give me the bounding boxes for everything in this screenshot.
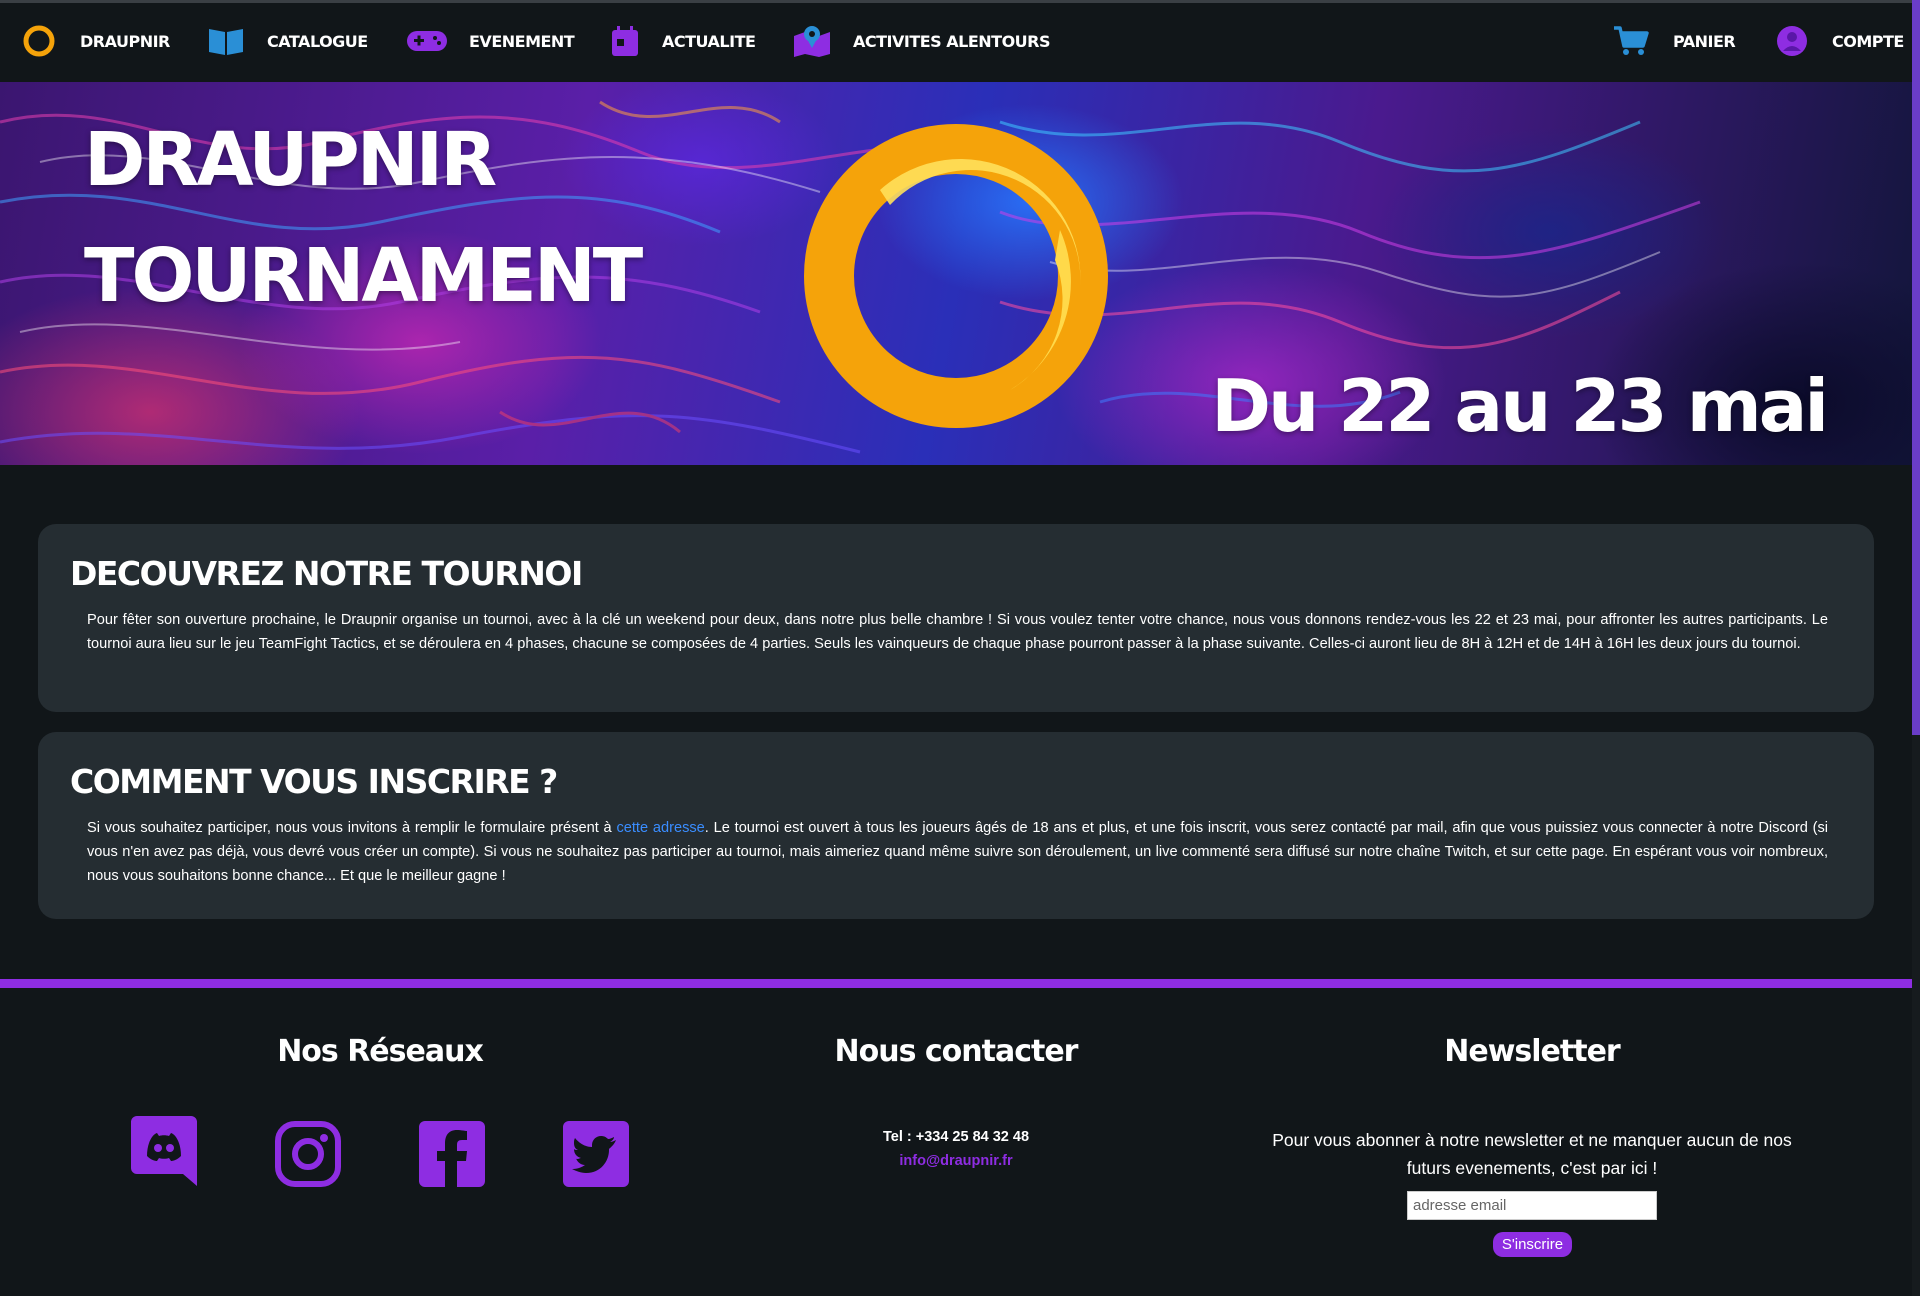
hero-title: DRAUPNIR TOURNAMENT bbox=[84, 102, 643, 334]
draupnir-ring-logo bbox=[804, 124, 1108, 428]
top-navbar: DRAUPNIR CATALOGUE EVENEMENT ACTUALITE A… bbox=[0, 0, 1912, 82]
nav-compte[interactable]: COMPTE bbox=[1776, 0, 1904, 82]
user-icon bbox=[1777, 26, 1807, 56]
nav-actualite-label: ACTUALITE bbox=[662, 31, 756, 51]
nav-actualite[interactable]: ACTUALITE bbox=[611, 0, 756, 82]
contact-email[interactable]: info@draupnir.fr bbox=[756, 1153, 1156, 1169]
nav-brand-label: DRAUPNIR bbox=[80, 31, 170, 51]
page-scrollbar[interactable] bbox=[1912, 0, 1920, 1296]
nav-compte-label: COMPTE bbox=[1832, 31, 1904, 51]
nav-catalogue[interactable]: CATALOGUE bbox=[207, 0, 368, 82]
section-decouvrez-text: Pour fêter son ouverture prochaine, le D… bbox=[87, 612, 1828, 652]
book-icon bbox=[209, 29, 243, 55]
newsletter-email-input[interactable] bbox=[1407, 1191, 1657, 1220]
nav-activites-label: ACTIVITES ALENTOURS bbox=[853, 31, 1051, 51]
contact-phone: Tel : +334 25 84 32 48 bbox=[882, 1129, 1030, 1145]
cart-icon bbox=[1614, 26, 1649, 55]
nav-activites[interactable]: ACTIVITES ALENTOURS bbox=[793, 0, 1051, 82]
draupnir-ring-icon bbox=[23, 25, 55, 57]
map-pin-icon bbox=[794, 26, 830, 57]
hero-date: Du 22 au 23 mai bbox=[1211, 364, 1829, 448]
section-inscrire: COMMENT VOUS INSCRIRE ? Si vous souhaite… bbox=[38, 732, 1874, 919]
scrollbar-thumb[interactable] bbox=[1912, 0, 1920, 735]
nav-panier[interactable]: PANIER bbox=[1613, 0, 1736, 82]
nav-evenement[interactable]: EVENEMENT bbox=[406, 0, 575, 82]
facebook-icon[interactable] bbox=[419, 1121, 485, 1187]
section-inscrire-title: COMMENT VOUS INSCRIRE ? bbox=[70, 762, 558, 801]
calendar-icon bbox=[612, 26, 638, 56]
nav-catalogue-label: CATALOGUE bbox=[267, 31, 368, 51]
section-inscrire-text-before: Si vous souhaitez participer, nous vous … bbox=[87, 820, 617, 836]
twitter-icon[interactable] bbox=[563, 1121, 629, 1187]
footer-reseaux-title: Nos Réseaux bbox=[277, 1034, 484, 1069]
gamepad-icon bbox=[407, 31, 447, 51]
section-decouvrez-title: DECOUVREZ NOTRE TOURNOI bbox=[70, 554, 583, 593]
hero-title-line2: TOURNAMENT bbox=[84, 233, 643, 319]
section-inscrire-text: Si vous souhaitez participer, nous vous … bbox=[87, 816, 1828, 888]
nav-brand[interactable]: DRAUPNIR bbox=[22, 0, 170, 82]
section-decouvrez: DECOUVREZ NOTRE TOURNOI Pour fêter son o… bbox=[38, 524, 1874, 712]
newsletter-description: Pour vous abonner à notre newsletter et … bbox=[1272, 1130, 1792, 1178]
hero-banner: DRAUPNIR TOURNAMENT Du 22 au 23 mai bbox=[0, 82, 1912, 465]
discord-icon[interactable] bbox=[131, 1116, 197, 1186]
nav-panier-label: PANIER bbox=[1673, 31, 1736, 51]
hero-title-line1: DRAUPNIR bbox=[84, 117, 497, 203]
footer-contact-title: Nous contacter bbox=[834, 1034, 1079, 1069]
nav-evenement-label: EVENEMENT bbox=[469, 31, 575, 51]
newsletter-subscribe-button[interactable]: S'inscrire bbox=[1493, 1232, 1572, 1257]
footer: Nos Réseaux Nous contacter Newsletter Te… bbox=[0, 979, 1912, 1296]
instagram-icon[interactable] bbox=[275, 1121, 341, 1187]
footer-newsletter-title: Newsletter bbox=[1444, 1034, 1620, 1069]
registration-link[interactable]: cette adresse bbox=[616, 820, 704, 836]
